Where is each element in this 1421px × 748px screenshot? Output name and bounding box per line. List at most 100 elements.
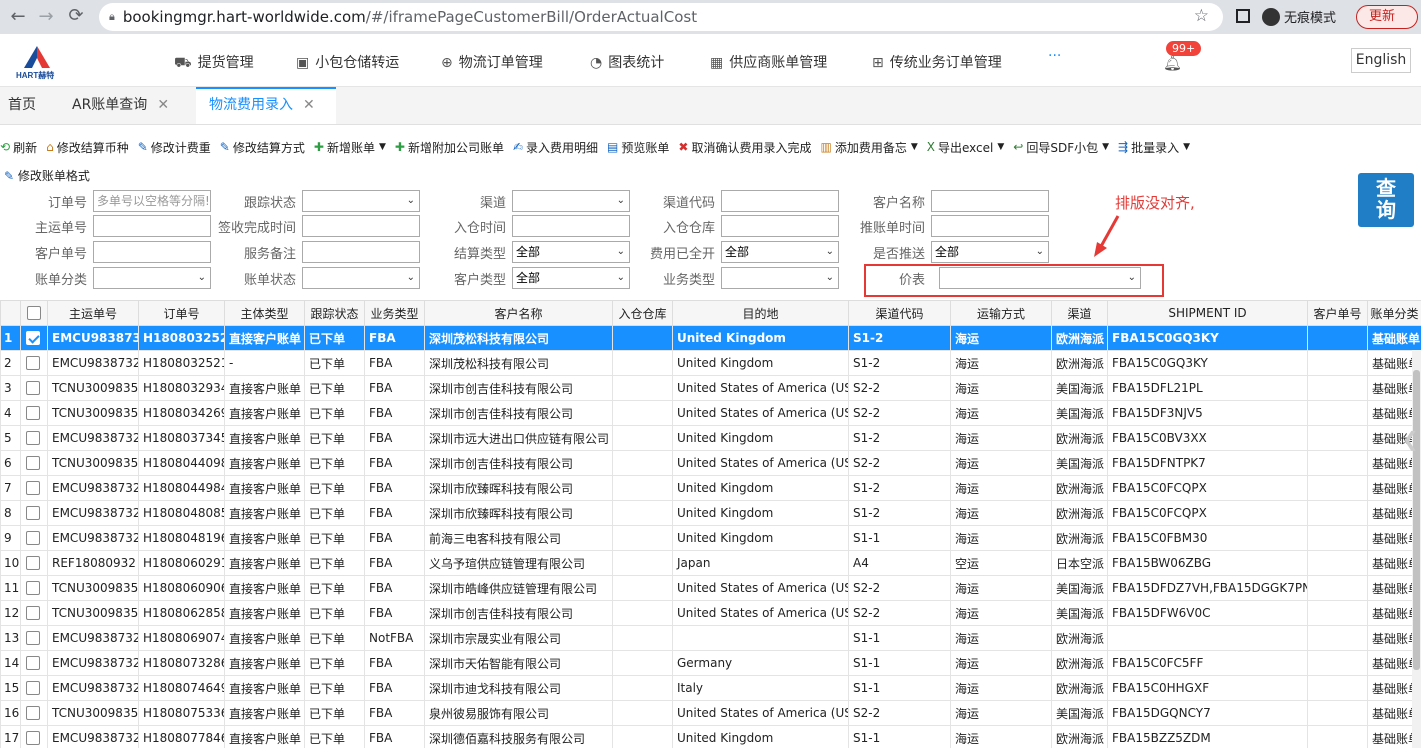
checkbox-icon[interactable] (26, 706, 40, 721)
incognito-indicator[interactable]: 无痕模式 (1262, 7, 1336, 26)
vertical-scrollbar[interactable] (1412, 350, 1421, 748)
close-icon[interactable]: ✕ (303, 97, 315, 113)
language-button[interactable]: English (1351, 48, 1411, 73)
bill-time-input[interactable] (931, 215, 1049, 237)
checkbox-icon[interactable] (26, 681, 40, 696)
tab-ar-bills[interactable]: AR账单查询 ✕ (72, 87, 169, 124)
table-row[interactable]: 15 EMCU9838732 H1808074649 直接客户账单 已下单 FBA 深圳市迪… (0, 675, 1421, 701)
column-header[interactable]: 运输方式 (950, 300, 1052, 326)
column-header[interactable]: 渠道 (1051, 300, 1108, 326)
checkbox-icon[interactable] (26, 531, 40, 546)
toolbar-btn-8[interactable]: ✖ 取消确认费用录入完成 (678, 139, 811, 156)
toolbar-btn-9[interactable]: ▥ 添加费用备忘 ▼ (820, 139, 917, 156)
address-bar[interactable]: 🔒︎ bookingmgr.hart-worldwide.com/#/ifram… (99, 3, 1223, 31)
bill-status-select[interactable]: ⌄ (302, 267, 420, 289)
back-icon[interactable]: ← (3, 6, 33, 27)
nav-traditional-orders[interactable]: ⊞ 传统业务订单管理 (872, 52, 1002, 72)
checkbox-icon[interactable] (26, 731, 40, 746)
row-checkbox-cell[interactable] (20, 425, 48, 451)
row-checkbox-cell[interactable] (20, 550, 48, 576)
nav-pickup[interactable]: ⛟ 提货管理 (174, 52, 254, 73)
table-row[interactable]: 10 REF18080932 H1808060291 直接客户账单 已下单 FBA 义乌予瑄… (0, 550, 1421, 576)
table-row[interactable]: 1 EMCU9838732H1808032521直接客户账单已下单FBA深圳茂松科… (0, 325, 1421, 351)
bell-icon[interactable]: 🔔︎ (1163, 54, 1182, 72)
customer-no-input[interactable] (93, 241, 211, 263)
checkbox-icon[interactable] (26, 481, 40, 496)
order-no-input[interactable]: 多单号以空格等分隔! (93, 190, 211, 212)
tab-home[interactable]: 首页 (8, 87, 36, 124)
toolbar-btn-6[interactable]: ✍ 录入费用明细 (513, 139, 598, 156)
checkbox-icon[interactable] (26, 506, 40, 521)
table-row[interactable]: 11 TCNU3009835 H1808060906 直接客户账单 已下单 FBA 深圳市皓… (0, 575, 1421, 601)
table-row[interactable]: 12 TCNU3009835 H1808062858 直接客户账单 已下单 FBA 深圳市创… (0, 600, 1421, 626)
channel-code-input[interactable] (721, 190, 839, 212)
customer-type-select[interactable]: 全部 ⌄ (512, 267, 630, 289)
query-button[interactable]: 查询 (1358, 173, 1414, 227)
table-row[interactable]: 9 EMCU9838732 H1808048196 直接客户账单 已下单 FBA 前海三电客… (0, 525, 1421, 551)
column-header[interactable]: 主运单号 (47, 300, 139, 326)
column-header[interactable]: 渠道代码 (848, 300, 951, 326)
row-checkbox-cell[interactable] (20, 725, 48, 748)
checkbox-icon[interactable] (26, 406, 40, 421)
modify-bill-format-button[interactable]: ✎ 修改账单格式 (4, 167, 90, 184)
push-select[interactable]: 全部 ⌄ (931, 241, 1049, 263)
table-row[interactable]: 2 EMCU9838732 H1808032521- 已下单 FBA 深圳茂松科技有限公司… (0, 350, 1421, 376)
column-header[interactable]: 订单号 (138, 300, 225, 326)
select-all-checkbox[interactable] (20, 300, 48, 326)
row-checkbox-cell[interactable] (20, 450, 48, 476)
toolbar-btn-7[interactable]: ▤ 预览账单 (607, 139, 669, 156)
table-row[interactable]: 7 EMCU9838732 H1808044984 直接客户账单 已下单 FBA 深圳市欣臻… (0, 475, 1421, 501)
nav-more[interactable]: ··· (1048, 48, 1061, 64)
row-checkbox-cell[interactable] (20, 675, 48, 701)
row-checkbox-cell[interactable] (20, 400, 48, 426)
update-button[interactable]: 更新 (1356, 5, 1418, 29)
column-header[interactable]: 业务类型 (364, 300, 425, 326)
column-header[interactable]: 目的地 (672, 300, 849, 326)
column-header[interactable]: 入仓仓库 (612, 300, 673, 326)
row-checkbox-cell[interactable] (20, 650, 48, 676)
biz-type-select[interactable]: ⌄ (721, 267, 839, 289)
toolbar-btn-5[interactable]: ✚ 新增附加公司账单 (395, 139, 504, 156)
checkbox-icon[interactable] (26, 631, 40, 646)
table-row[interactable]: 6 TCNU3009835 H1808044098 直接客户账单 已下单 FBA 深圳市创吉… (0, 450, 1421, 476)
checkbox-icon[interactable] (26, 356, 40, 371)
collapse-chevron-icon[interactable]: ❮ (1402, 427, 1419, 451)
nav-parcel-warehouse[interactable]: ▣ 小包仓储转运 (296, 52, 399, 72)
table-row[interactable]: 8 EMCU9838732 H1808048085 直接客户账单 已下单 FBA 深圳市欣臻… (0, 500, 1421, 526)
toolbar-btn-11[interactable]: ↩ 回导SDF小包 ▼ (1013, 139, 1109, 156)
column-header[interactable]: 客户名称 (424, 300, 613, 326)
toolbar-btn-1[interactable]: ⌂ 修改结算币种 (46, 139, 129, 156)
checkbox-icon[interactable] (26, 456, 40, 471)
toolbar-btn-4[interactable]: ✚ 新增账单 ▼ (314, 139, 386, 156)
table-row[interactable]: 3 TCNU3009835 H1808032934 直接客户账单 已下单 FBA 深圳市创吉… (0, 375, 1421, 401)
side-panel-icon[interactable] (1236, 9, 1250, 23)
bookmark-star-icon[interactable]: ☆ (1194, 6, 1209, 26)
reload-icon[interactable]: ⟳ (61, 5, 91, 26)
track-status-select[interactable]: ⌄ (302, 190, 420, 212)
service-note-input[interactable] (302, 241, 420, 263)
row-checkbox-cell[interactable] (20, 350, 48, 376)
nav-charts[interactable]: ◔ 图表统计 (590, 52, 664, 72)
checkbox-icon[interactable] (26, 381, 40, 396)
mbl-input[interactable] (93, 215, 211, 237)
table-row[interactable]: 13 EMCU9838732 H1808069074 直接客户账单 已下单 NotFBA 深… (0, 625, 1421, 651)
column-header[interactable]: 主体类型 (224, 300, 305, 326)
column-header[interactable]: 跟踪状态 (304, 300, 365, 326)
row-checkbox-cell[interactable] (20, 375, 48, 401)
nav-supplier-bills[interactable]: ▦ 供应商账单管理 (710, 52, 827, 72)
column-header[interactable]: SHIPMENT ID (1107, 300, 1308, 326)
row-checkbox-cell[interactable] (20, 700, 48, 726)
scrollbar-thumb[interactable] (1413, 370, 1420, 670)
row-checkbox-cell[interactable] (20, 625, 48, 651)
toolbar-btn-10[interactable]: X 导出excel ▼ (927, 139, 1005, 156)
checkbox-icon[interactable] (26, 581, 40, 596)
toolbar-btn-3[interactable]: ✎ 修改结算方式 (220, 139, 305, 156)
table-row[interactable]: 4 TCNU3009835 H1808034269 直接客户账单 已下单 FBA 深圳市创吉… (0, 400, 1421, 426)
checkbox-icon[interactable] (27, 306, 41, 321)
settle-type-select[interactable]: 全部 ⌄ (512, 241, 630, 263)
column-header[interactable]: 账单分类 (1367, 300, 1421, 326)
fee-all-select[interactable]: 全部 ⌄ (721, 241, 839, 263)
row-checkbox-cell[interactable] (20, 525, 48, 551)
checkbox-icon[interactable] (26, 331, 40, 346)
bill-class-select[interactable]: ⌄ (93, 267, 211, 289)
